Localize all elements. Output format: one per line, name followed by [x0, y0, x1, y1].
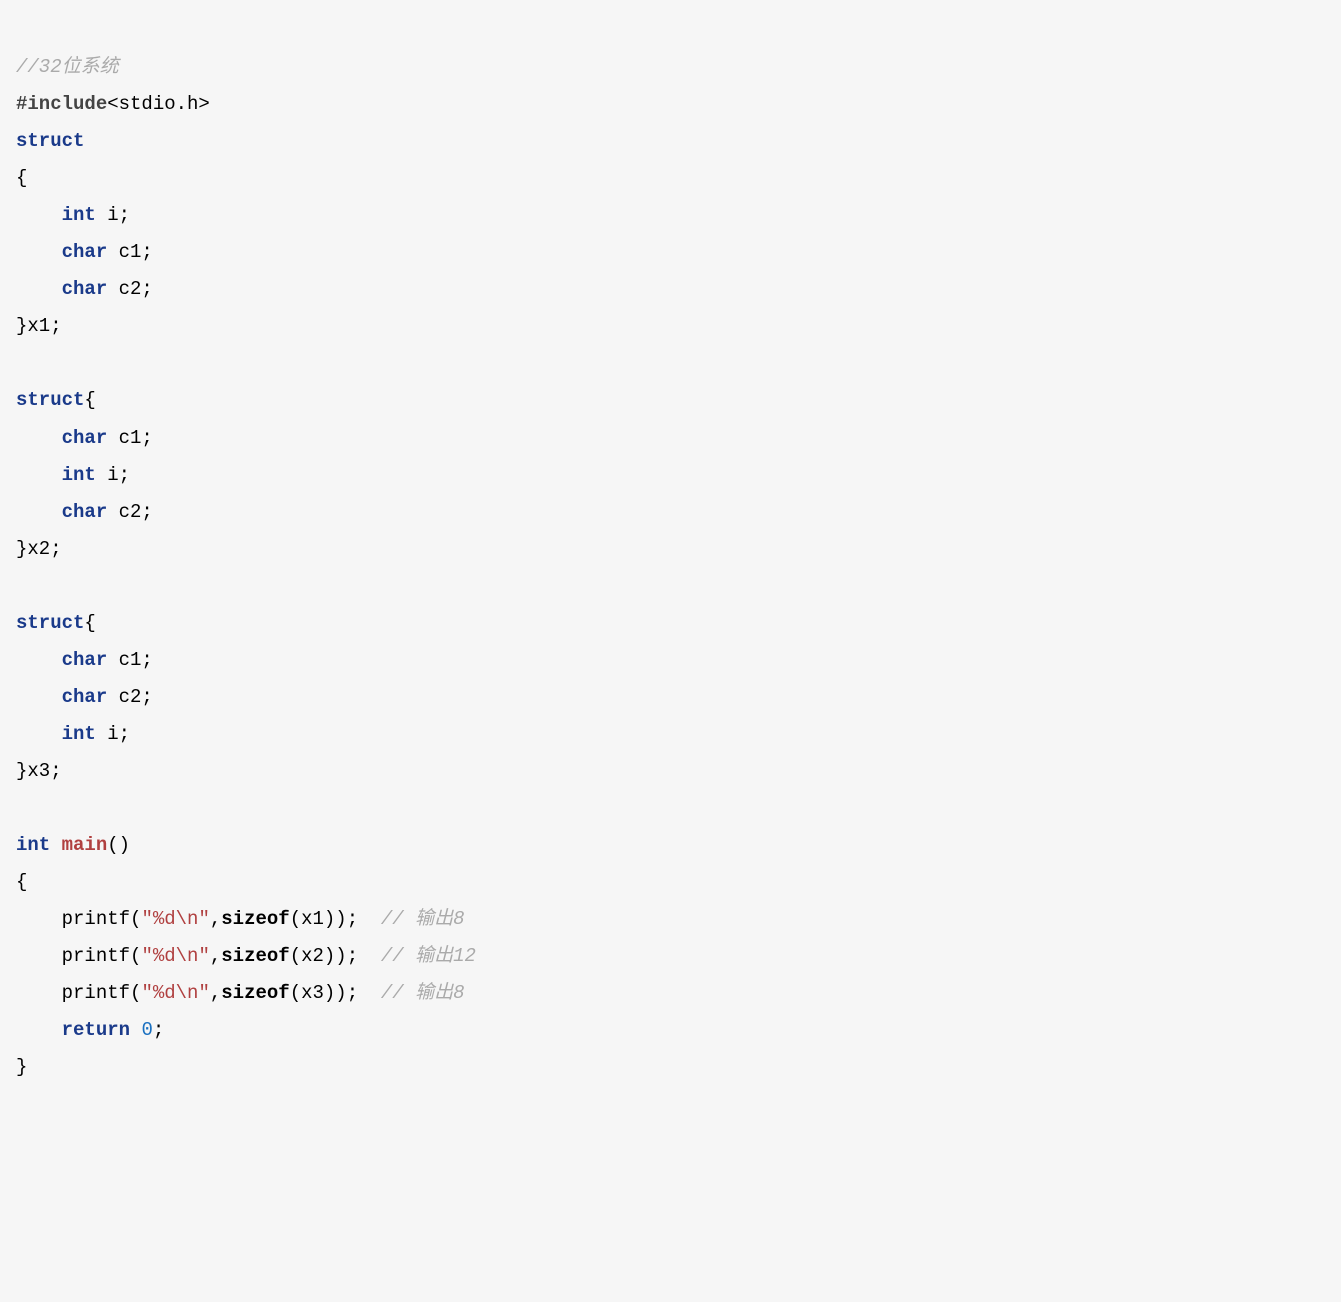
indent: [16, 464, 62, 486]
var-decl: i;: [96, 723, 130, 745]
var-decl: c1;: [107, 427, 153, 449]
keyword-struct: struct: [16, 389, 84, 411]
comma: ,: [210, 982, 221, 1004]
keyword-char: char: [62, 241, 108, 263]
keyword-char: char: [62, 649, 108, 671]
brace-open: {: [84, 389, 95, 411]
printf-call: printf(: [62, 982, 142, 1004]
indent: [16, 723, 62, 745]
keyword-int: int: [62, 204, 96, 226]
sizeof: sizeof: [221, 945, 289, 967]
sizeof: sizeof: [221, 982, 289, 1004]
struct-close: }x1;: [16, 315, 62, 337]
brace-open: {: [16, 167, 27, 189]
code-line: char c1;: [16, 427, 153, 449]
var-decl: c1;: [107, 241, 153, 263]
code-line: printf("%d\n",sizeof(x2)); // 输出12: [16, 945, 476, 967]
keyword-char: char: [62, 427, 108, 449]
parens: (): [107, 834, 130, 856]
struct-close: }x3;: [16, 760, 62, 782]
keyword-char: char: [62, 686, 108, 708]
code-line: char c1;: [16, 241, 153, 263]
var-decl: i;: [96, 204, 130, 226]
keyword-int: int: [62, 723, 96, 745]
code-line: return 0;: [16, 1019, 164, 1041]
indent: [16, 982, 62, 1004]
comment: // 输出8: [381, 908, 465, 930]
code-line: int i;: [16, 723, 130, 745]
code-line: {: [16, 871, 27, 893]
indent: [16, 278, 62, 300]
code-line: struct: [16, 130, 84, 152]
indent: [16, 649, 62, 671]
func-main: main: [62, 834, 108, 856]
code-line: printf("%d\n",sizeof(x1)); // 输出8: [16, 908, 465, 930]
code-line: int i;: [16, 464, 130, 486]
struct-close: }x2;: [16, 538, 62, 560]
var-decl: c1;: [107, 649, 153, 671]
string-literal: "%d\n": [141, 945, 209, 967]
keyword-char: char: [62, 278, 108, 300]
var-decl: c2;: [107, 686, 153, 708]
code-line: #include<stdio.h>: [16, 93, 210, 115]
indent: [16, 945, 62, 967]
keyword-struct: struct: [16, 130, 84, 152]
indent: [16, 427, 62, 449]
sizeof-arg: (x1));: [290, 908, 381, 930]
brace-open: {: [16, 871, 27, 893]
code-line: }x1;: [16, 315, 62, 337]
include-header: <stdio.h>: [107, 93, 210, 115]
blank-line: [16, 797, 27, 819]
code-line: }x3;: [16, 760, 62, 782]
code-block: //32位系统 #include<stdio.h> struct { int i…: [16, 12, 1325, 1086]
code-line: int i;: [16, 204, 130, 226]
semicolon: ;: [153, 1019, 164, 1041]
code-line: char c2;: [16, 501, 153, 523]
code-line: printf("%d\n",sizeof(x3)); // 输出8: [16, 982, 465, 1004]
printf-call: printf(: [62, 908, 142, 930]
comma: ,: [210, 945, 221, 967]
comment: //32位系统: [16, 56, 119, 78]
code-line: struct{: [16, 612, 96, 634]
printf-call: printf(: [62, 945, 142, 967]
blank-line: [16, 352, 27, 374]
indent: [16, 686, 62, 708]
indent: [16, 501, 62, 523]
indent: [16, 908, 62, 930]
code-line: char c2;: [16, 686, 153, 708]
keyword-char: char: [62, 501, 108, 523]
indent: [16, 204, 62, 226]
code-line: }: [16, 1056, 27, 1078]
var-decl: c2;: [107, 278, 153, 300]
number-literal: 0: [141, 1019, 152, 1041]
comment: // 输出12: [381, 945, 476, 967]
keyword-int: int: [16, 834, 50, 856]
string-literal: "%d\n": [141, 908, 209, 930]
code-line: char c2;: [16, 278, 153, 300]
indent: [16, 1019, 62, 1041]
sizeof-arg: (x3));: [290, 982, 381, 1004]
keyword-return: return: [62, 1019, 130, 1041]
blank-line: [16, 575, 27, 597]
var-decl: i;: [96, 464, 130, 486]
brace-close: }: [16, 1056, 27, 1078]
sizeof-arg: (x2));: [290, 945, 381, 967]
sizeof: sizeof: [221, 908, 289, 930]
string-literal: "%d\n": [141, 982, 209, 1004]
code-line: }x2;: [16, 538, 62, 560]
preproc-directive: #include: [16, 93, 107, 115]
code-line: int main(): [16, 834, 130, 856]
brace-open: {: [84, 612, 95, 634]
code-line: //32位系统: [16, 56, 119, 78]
comment: // 输出8: [381, 982, 465, 1004]
keyword-int: int: [62, 464, 96, 486]
code-line: {: [16, 167, 27, 189]
var-decl: c2;: [107, 501, 153, 523]
comma: ,: [210, 908, 221, 930]
code-line: char c1;: [16, 649, 153, 671]
keyword-struct: struct: [16, 612, 84, 634]
code-line: struct{: [16, 389, 96, 411]
indent: [16, 241, 62, 263]
